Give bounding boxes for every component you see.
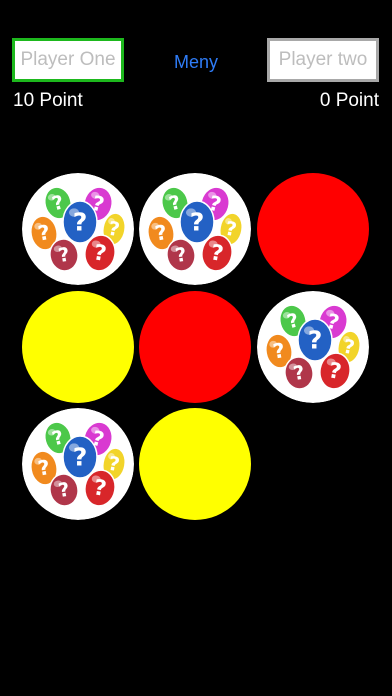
svg-text:?: ? bbox=[73, 207, 88, 236]
question-mark-eggs-icon: ??????? bbox=[22, 408, 134, 520]
hidden-tile[interactable]: ??????? bbox=[139, 173, 251, 285]
game-screen: Player One Meny Player two 10 Point 0 Po… bbox=[0, 0, 392, 696]
question-mark-eggs-icon: ??????? bbox=[139, 173, 251, 285]
svg-text:?: ? bbox=[190, 207, 205, 236]
player-one-score: 10 Point bbox=[13, 90, 83, 111]
hidden-tile[interactable]: ??????? bbox=[22, 408, 134, 520]
svg-text:?: ? bbox=[308, 325, 323, 354]
red-tile[interactable] bbox=[257, 173, 369, 285]
player-two-placeholder: Player two bbox=[278, 49, 368, 70]
yellow-tile[interactable] bbox=[22, 291, 134, 403]
hidden-tile[interactable]: ??????? bbox=[22, 173, 134, 285]
hidden-tile[interactable]: ??????? bbox=[257, 291, 369, 403]
player-one-placeholder: Player One bbox=[20, 49, 116, 70]
menu-button[interactable]: Meny bbox=[146, 52, 246, 73]
svg-text:?: ? bbox=[73, 442, 88, 471]
question-mark-eggs-icon: ??????? bbox=[22, 173, 134, 285]
player-two-name-field[interactable]: Player two bbox=[267, 38, 379, 82]
player-one-name-field[interactable]: Player One bbox=[12, 38, 124, 82]
question-mark-eggs-icon: ??????? bbox=[257, 291, 369, 403]
yellow-tile[interactable] bbox=[139, 408, 251, 520]
player-two-score: 0 Point bbox=[319, 90, 379, 111]
red-tile[interactable] bbox=[139, 291, 251, 403]
